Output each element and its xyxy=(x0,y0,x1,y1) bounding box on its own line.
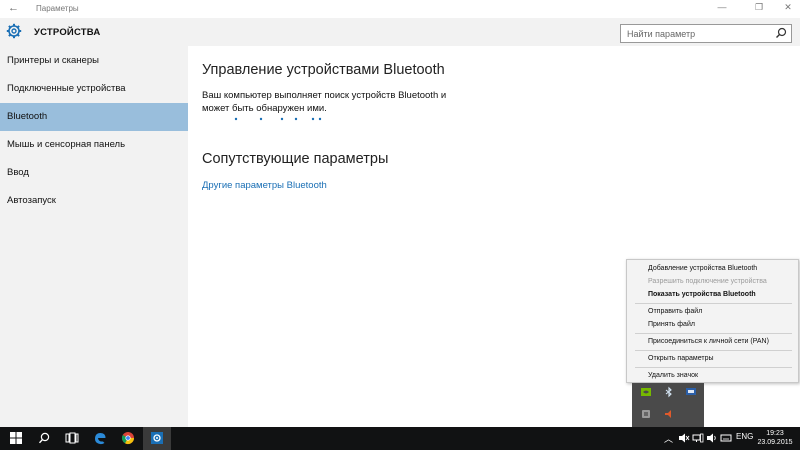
bluetooth-context-menu: Добавление устройства Bluetooth Разрешит… xyxy=(626,259,799,383)
sidebar-item-autoplay[interactable]: Автозапуск xyxy=(0,187,188,215)
audio-driver-icon[interactable] xyxy=(663,408,675,420)
menu-item-remove-icon[interactable]: Удалить значок xyxy=(648,372,698,379)
minimize-button[interactable]: — xyxy=(712,2,732,12)
chrome-icon xyxy=(121,432,134,445)
nvidia-icon[interactable] xyxy=(640,386,652,398)
menu-item-join-pan[interactable]: Присоединиться к личной сети (PAN) xyxy=(648,338,769,345)
menu-item-receive-file[interactable]: Принять файл xyxy=(648,321,695,328)
volume-icon[interactable] xyxy=(706,432,718,444)
sidebar: УСТРОЙСТВА Принтеры и сканеры Подключенн… xyxy=(0,18,188,427)
menu-item-send-file[interactable]: Отправить файл xyxy=(648,308,702,315)
sidebar-header: УСТРОЙСТВА xyxy=(0,18,188,46)
sidebar-item-connected-devices[interactable]: Подключенные устройства xyxy=(0,75,188,103)
sidebar-item-mouse-touchpad[interactable]: Мышь и сенсорная панель xyxy=(0,131,188,159)
status-description: Ваш компьютер выполняет поиск устройств … xyxy=(202,90,447,114)
speaker-mute-icon[interactable] xyxy=(678,432,690,444)
sidebar-item-typing[interactable]: Ввод xyxy=(0,159,188,187)
search-taskbar-button[interactable] xyxy=(30,427,58,450)
close-button[interactable]: ✕ xyxy=(778,2,798,13)
search-box[interactable]: Найти параметр xyxy=(620,24,792,43)
chrome-button[interactable] xyxy=(114,427,142,450)
menu-item-add-device[interactable]: Добавление устройства Bluetooth xyxy=(648,265,757,272)
edge-icon xyxy=(95,433,106,445)
page-title: Управление устройствами Bluetooth xyxy=(202,62,445,78)
clock[interactable]: 19:23 23.09.2015 xyxy=(755,429,795,447)
sidebar-item-bluetooth[interactable]: Bluetooth xyxy=(0,103,188,131)
sidebar-title: УСТРОЙСТВА xyxy=(34,27,101,38)
menu-separator xyxy=(635,303,792,304)
bluetooth-icon[interactable] xyxy=(663,386,675,398)
task-view-button[interactable] xyxy=(58,427,86,450)
other-bluetooth-settings-link[interactable]: Другие параметры Bluetooth xyxy=(202,180,327,191)
menu-item-allow-connection[interactable]: Разрешить подключение устройства xyxy=(648,278,767,285)
gear-icon xyxy=(6,23,22,39)
device-icon[interactable] xyxy=(640,408,652,420)
window-title: Параметры xyxy=(36,4,79,13)
clock-time: 19:23 xyxy=(766,430,784,437)
sidebar-item-printers[interactable]: Принтеры и сканеры xyxy=(0,47,188,75)
maximize-button[interactable]: ❐ xyxy=(749,2,769,13)
search-input[interactable]: Найти параметр xyxy=(627,29,695,39)
display-icon[interactable] xyxy=(685,386,697,398)
show-hidden-icons-chevron-icon[interactable]: ︿ xyxy=(664,432,673,445)
back-arrow-icon[interactable]: ← xyxy=(8,2,19,14)
search-icon xyxy=(38,432,50,444)
sidebar-list: Принтеры и сканеры Подключенные устройст… xyxy=(0,47,188,215)
edge-button[interactable] xyxy=(86,427,114,450)
keyboard-icon[interactable] xyxy=(720,432,732,444)
menu-item-open-settings[interactable]: Открыть параметры xyxy=(648,355,714,362)
progress-dots xyxy=(234,117,322,121)
tray-overflow-popup xyxy=(632,383,704,427)
network-icon[interactable] xyxy=(692,432,704,444)
task-view-icon xyxy=(65,432,79,444)
windows-logo-icon xyxy=(10,432,22,444)
settings-taskbar-button[interactable] xyxy=(143,427,171,450)
settings-gear-icon xyxy=(151,432,163,444)
taskbar: ︿ ENG 19:23 23.09.2015 xyxy=(0,427,800,450)
clock-date: 23.09.2015 xyxy=(757,439,793,446)
menu-separator xyxy=(635,367,792,368)
language-indicator[interactable]: ENG xyxy=(736,432,753,441)
search-icon[interactable] xyxy=(774,26,788,40)
menu-separator xyxy=(635,350,792,351)
related-settings-heading: Сопутствующие параметры xyxy=(202,151,389,167)
start-button[interactable] xyxy=(2,427,30,450)
menu-item-show-devices[interactable]: Показать устройства Bluetooth xyxy=(648,291,756,298)
title-bar: ← Параметры — ❐ ✕ xyxy=(0,0,800,18)
menu-separator xyxy=(635,333,792,334)
